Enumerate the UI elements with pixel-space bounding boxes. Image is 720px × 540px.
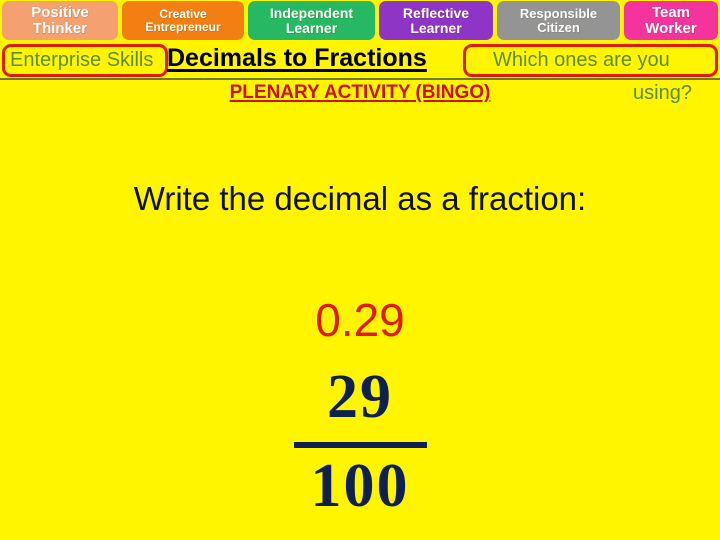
skill-tab-reflective-learner[interactable]: Reflective Learner <box>379 1 493 40</box>
skill-tab-label-line1: Creative <box>159 7 207 22</box>
decimal-value: 0.29 <box>315 294 405 346</box>
skill-tab-label-line1: Independent <box>269 5 354 22</box>
skill-tab-independent-learner[interactable]: Independent Learner <box>248 1 375 40</box>
fraction-answer: 29 100 <box>0 366 720 517</box>
plenary-activity-subtitle: PLENARY ACTIVITY (BINGO) <box>229 82 491 103</box>
skill-tab-label-line1: Reflective <box>402 5 470 22</box>
skill-tab-label-line2: Thinker <box>32 19 88 37</box>
enterprise-skills-label: Enterprise Skills <box>10 49 154 71</box>
horizontal-divider <box>0 78 720 80</box>
question-prompt: Write the decimal as a fraction: <box>133 180 587 217</box>
skill-tab-label-line2: Entrepreneur <box>145 19 221 34</box>
skill-tab-responsible-citizen[interactable]: Responsible Citizen <box>497 1 620 40</box>
skill-tab-label-line2: Learner <box>410 19 462 36</box>
title-strip: Enterprise Skills Decimals to Fractions … <box>0 41 720 104</box>
skill-tab-bar: Positive Thinker Creative Entrepreneur Indep… <box>0 0 720 41</box>
skill-tab-label-line1: Team <box>651 4 691 22</box>
skill-tab-creative-entrepreneur[interactable]: Creative Entrepreneur <box>122 1 244 40</box>
fraction-bar <box>293 442 427 448</box>
skill-tab-label-line1: Responsible <box>519 6 598 22</box>
skill-tab-label-line1: Positive <box>31 4 89 22</box>
skill-tab-label-line2: Citizen <box>537 19 580 35</box>
skill-tab-team-worker[interactable]: Team Worker <box>624 1 718 40</box>
which-ones-label-line1: Which ones are you <box>493 49 670 71</box>
skill-tab-positive-thinker[interactable]: Positive Thinker <box>2 1 118 40</box>
fraction-denominator: 100 <box>310 452 410 520</box>
fraction-numerator: 29 <box>327 363 393 431</box>
page-title: Decimals to Fractions <box>167 44 427 72</box>
skill-tab-label-line2: Learner <box>285 19 338 36</box>
skill-tab-label-line2: Worker <box>645 19 697 37</box>
